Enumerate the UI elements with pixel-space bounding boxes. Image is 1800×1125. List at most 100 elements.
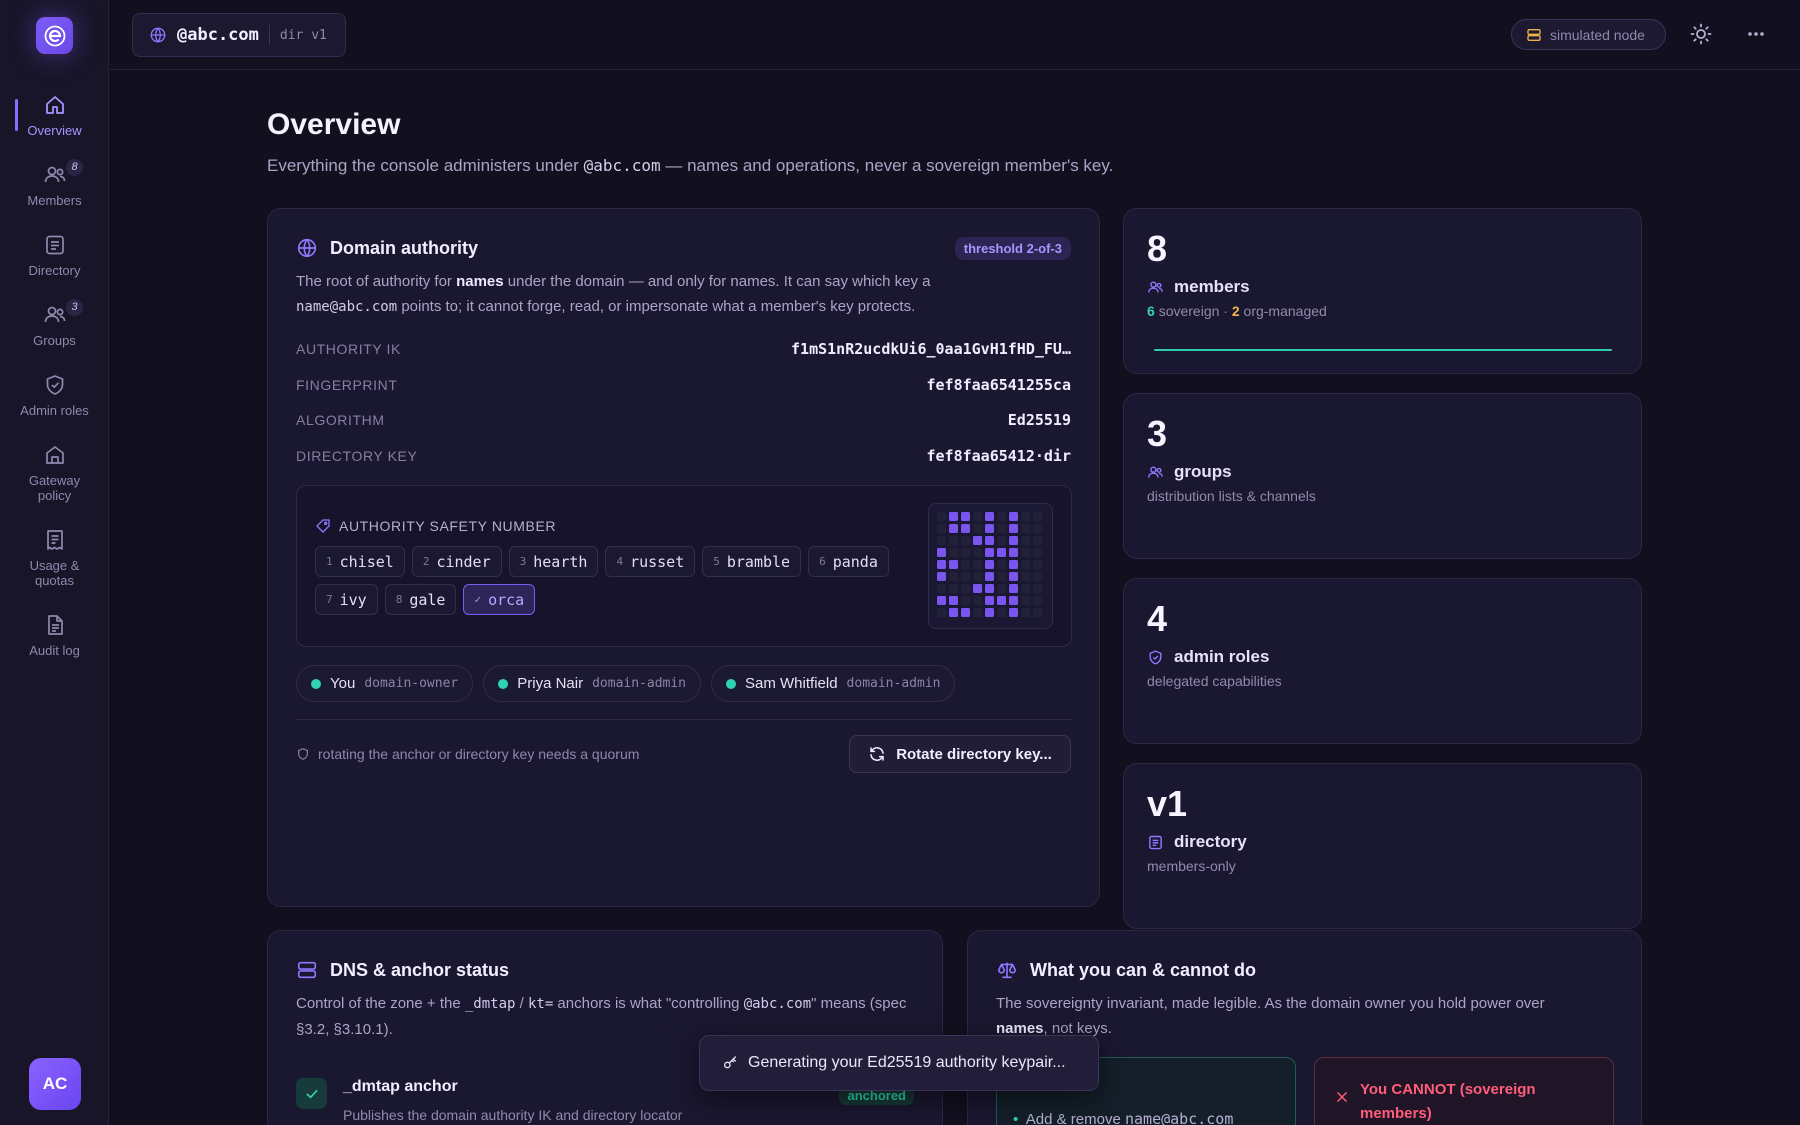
safety-word[interactable]: 4 russet: [605, 546, 696, 577]
document-icon: [47, 615, 63, 635]
safety-word[interactable]: 7 ivy: [315, 584, 378, 615]
safety-word[interactable]: 8 gale: [384, 584, 457, 615]
identicon-cell: [961, 548, 970, 557]
identicon-cell: [1033, 560, 1042, 569]
identicon-cell: [997, 560, 1006, 569]
authority-ik-value[interactable]: f1mS1nR2ucdkUi6_0aa1GvH1fHD_FU…: [791, 340, 1071, 358]
sidebar-item-overview[interactable]: Overview: [0, 93, 109, 138]
authority-description: The root of authority for names under th…: [296, 269, 1076, 320]
directory-key-value: fef8faa65412·dir: [926, 447, 1072, 465]
more-options-icon[interactable]: [1744, 22, 1768, 46]
identicon-cell: [1021, 572, 1030, 581]
identicon-cell: [1021, 608, 1030, 617]
node-status-label: simulated node: [1550, 26, 1645, 43]
sidebar-item-members[interactable]: Members 8: [0, 159, 109, 208]
key-holder-chip[interactable]: Sam Whitfield domain-admin: [711, 665, 956, 702]
identicon-cell: [949, 584, 958, 593]
sidebar-item-groups[interactable]: Groups 3: [0, 299, 109, 348]
directory-version-value: v1: [1147, 783, 1188, 824]
sidebar-item-directory[interactable]: Directory: [0, 233, 109, 278]
identicon-cell: [973, 584, 982, 593]
safety-word[interactable]: 1 chisel: [315, 546, 405, 577]
identicon-cell: [1009, 572, 1018, 581]
user-avatar[interactable]: AC: [29, 1058, 81, 1110]
desc-text: points to; it cannot forge, read, or imp…: [397, 298, 916, 315]
safety-number-panel: AUTHORITY SAFETY NUMBER 1 chisel 2 cinder …: [296, 485, 1072, 647]
rotate-directory-key-button[interactable]: Rotate directory key...: [849, 735, 1071, 773]
identicon-cell: [961, 572, 970, 581]
domain-selector[interactable]: @abc.com dir v1: [132, 13, 346, 57]
divider: [268, 25, 270, 45]
page-title: Overview: [267, 108, 401, 141]
safety-word-verified[interactable]: ✓ orca: [463, 584, 536, 615]
identicon-cell: [973, 524, 982, 533]
identicon-cell: [1009, 596, 1018, 605]
sidebar-item-admin-roles[interactable]: Admin roles: [0, 373, 109, 418]
server-icon: [297, 961, 317, 979]
sidebar-item-gateway-policy[interactable]: Gateway policy: [0, 443, 109, 503]
identicon-cell: [1021, 512, 1030, 521]
identicon-cell: [1033, 524, 1042, 533]
identicon-cell: [1021, 584, 1030, 593]
desc-bold: names: [456, 273, 504, 290]
quorum-note: rotating the anchor or directory key nee…: [296, 746, 639, 762]
word-text: bramble: [726, 552, 791, 571]
identicon-cell: [973, 608, 982, 617]
identicon-cell: [985, 572, 994, 581]
members-count: 8: [1147, 228, 1168, 269]
sidebar-item-usage-quotas[interactable]: Usage & quotas: [0, 528, 109, 588]
safety-word[interactable]: 2 cinder: [411, 546, 502, 577]
admin-roles-stat-card[interactable]: 4 admin roles delegated capabilities: [1123, 578, 1642, 744]
key-holder-chip[interactable]: Priya Nair domain-admin: [483, 665, 702, 702]
identicon-cell: [1033, 548, 1042, 557]
identicon-cell: [1033, 536, 1042, 545]
identicon-cell: [1009, 536, 1018, 545]
directory-stat-card[interactable]: v1 directory members-only: [1123, 763, 1642, 929]
word-index: 5: [713, 555, 720, 568]
sidebar-item-label: Usage & quotas: [29, 558, 80, 588]
app-logo[interactable]: [36, 17, 73, 54]
safety-number-header: AUTHORITY SAFETY NUMBER: [315, 518, 556, 534]
desc-text: /: [515, 995, 528, 1012]
identicon-cell: [1033, 512, 1042, 521]
identicon-cell: [997, 596, 1006, 605]
holder-name: Sam Whitfield: [745, 675, 838, 692]
theme-toggle-icon[interactable]: [1689, 22, 1713, 46]
card-header: What you can & cannot do: [996, 959, 1256, 981]
sidebar-item-label: Audit log: [29, 643, 80, 658]
identicon-cell: [937, 596, 946, 605]
safety-word[interactable]: 3 hearth: [508, 546, 599, 577]
desc-mono: name@abc.com: [296, 299, 398, 315]
directory-key-row: DIRECTORY KEY fef8faa65412·dir: [296, 446, 1071, 466]
directory-version: dir v1: [279, 27, 327, 43]
identicon-cell: [961, 596, 970, 605]
word-text: panda: [832, 552, 878, 571]
node-status-chip[interactable]: simulated node: [1511, 19, 1666, 50]
desc-mono: @abc.com: [743, 996, 812, 1012]
desc-text: The sovereignty invariant, made legible.…: [996, 995, 1545, 1012]
identicon-cell: [937, 608, 946, 617]
identicon-cell: [1009, 584, 1018, 593]
identicon-cell: [1033, 596, 1042, 605]
org-managed-count: 2: [1231, 303, 1240, 319]
word-index: 8: [395, 593, 403, 606]
groups-stat-card[interactable]: 3 groups distribution lists & channels: [1123, 393, 1642, 559]
identicon-cell: [1021, 524, 1030, 533]
identicon-cell: [985, 560, 994, 569]
identicon-cell: [937, 548, 946, 557]
anchor-name: _dmtap anchor: [343, 1078, 458, 1095]
identicon-cell: [997, 512, 1006, 521]
key-holder-chip[interactable]: You domain-owner: [296, 665, 474, 702]
identicon-cell: [937, 536, 946, 545]
receipt-icon: [46, 530, 63, 550]
safety-word[interactable]: 5 bramble: [702, 546, 802, 577]
safety-word[interactable]: 6 panda: [808, 546, 889, 577]
sidebar-item-audit-log[interactable]: Audit log: [0, 613, 109, 658]
quorum-note-text: rotating the anchor or directory key nee…: [318, 746, 640, 762]
members-stat-card[interactable]: 8 members 6 sovereign · 2 org-managed: [1123, 208, 1642, 374]
word-index: 7: [326, 593, 333, 606]
domain-name: @abc.com: [177, 25, 259, 45]
status-toast: Generating your Ed25519 authority keypai…: [699, 1035, 1099, 1091]
tag-icon: [316, 519, 330, 533]
identicon-cell: [973, 512, 982, 521]
